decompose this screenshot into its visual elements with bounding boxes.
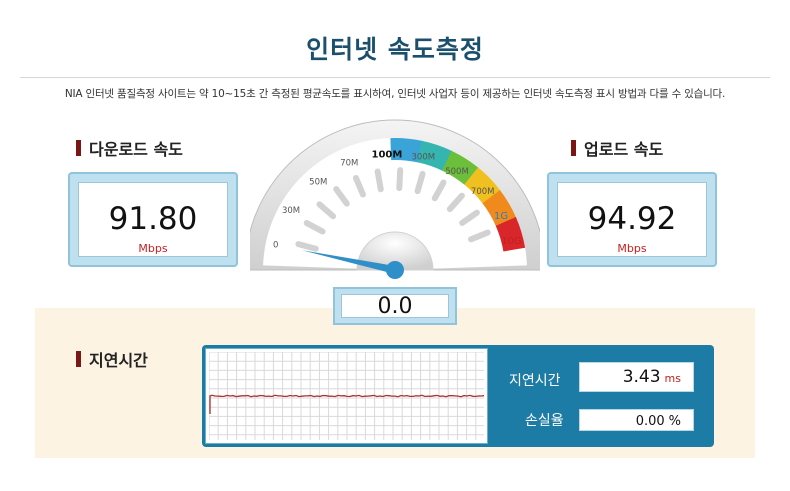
gauge-tick-label: 0 [273,241,278,251]
upload-speed-unit: Mbps [617,242,647,255]
latency-stat-label: 지연시간 [509,373,561,389]
current-speed-readout: 0.0 [333,287,457,325]
gauge-tick-label: 500M [445,167,469,177]
download-speed-box: 91.80 Mbps [68,172,238,267]
packet-loss-value: 0.00 [635,414,665,429]
latency-section-title: 지연시간 [89,351,148,370]
latency-unit: ms [664,372,681,385]
gauge-tick-label: 10G [501,236,521,247]
title-divider [20,77,770,78]
upload-section-label: 업로드 속도 [571,136,663,160]
gauge-tick-label: 700M [471,187,495,197]
upload-speed-box: 94.92 Mbps [547,172,717,267]
upload-speed-display: 94.92 Mbps [557,182,707,257]
download-section-label: 다운로드 속도 [76,136,183,160]
gauge-needle-cap [386,261,404,279]
download-label: 다운로드 속도 [89,140,183,159]
gauge-tick-label: 50M [309,178,327,188]
section-marker-icon [76,140,81,156]
latency-section-label: 지연시간 [76,347,148,371]
packet-loss-box: 0.00% [579,409,694,431]
download-speed-display: 91.80 Mbps [78,182,228,257]
gauge-tick-label: 300M [412,152,436,162]
gauge-tick-label: 100M [371,149,402,160]
measurement-notice: NIA 인터넷 품질측정 사이트는 약 10~15초 간 측정된 평균속도를 표… [64,88,726,100]
upload-label: 업로드 속도 [584,140,664,159]
section-marker-icon [571,140,576,156]
current-speed-value: 0.0 [341,294,449,319]
download-speed-unit: Mbps [138,242,168,255]
speed-gauge: 0 30M 50M 70M 100M 300M 500M 700M 1G 10G [244,113,546,288]
latency-value: 3.43 [622,367,661,387]
packet-loss-unit: % [668,414,681,429]
upload-speed-value: 94.92 [587,201,677,237]
gauge-tick-label: 70M [340,158,358,168]
download-speed-value: 91.80 [108,201,198,237]
latency-stat-box: 3.43 ms [579,362,694,392]
gauge-tick-label: 1G [494,211,508,222]
page-title: 인터넷 속도측정 [306,35,484,64]
latency-graph-plot [209,352,484,440]
section-marker-icon [76,351,81,367]
gauge-tick-mark [396,167,404,192]
speed-gauge-dial: 0 30M 50M 70M 100M 300M 500M700M 1G 10G [244,119,546,279]
gauge-tick-label: 30M [282,206,300,216]
gauge-tick-mark [374,168,384,193]
packet-loss-label: 손실율 [525,413,564,429]
latency-graph [205,348,488,444]
latency-panel: 지연시간 3.43 ms 손실율 0.00% [202,345,714,447]
